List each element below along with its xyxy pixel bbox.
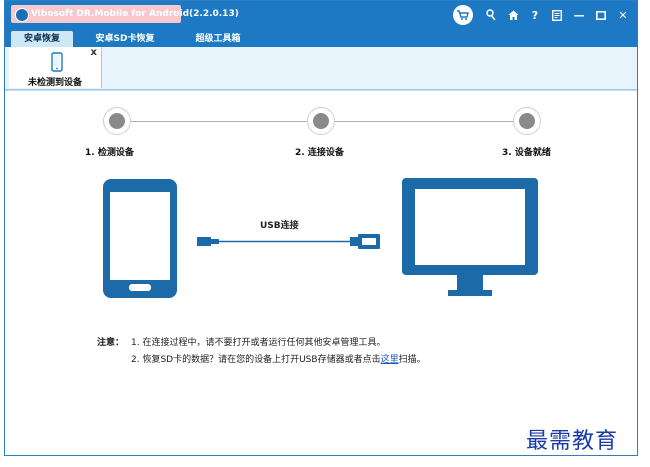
- connection-illustration: [103, 178, 538, 298]
- usb-connection-label: USB连接: [260, 221, 299, 231]
- note-line-1: 注意： 1. 在连接过程中，请不要打开或者运行任何其他安卓管理工具。: [97, 335, 426, 352]
- watermark: 最需教育: [526, 429, 619, 454]
- notes-title: 注意：: [97, 338, 125, 348]
- monitor-illustration-icon: [402, 178, 538, 296]
- usb-cable-icon: [197, 234, 380, 249]
- note-line-2: 2. 恢复SD卡的数据？请在您的设备上打开USB存储器或者点击这里扫描。: [97, 352, 426, 369]
- scan-here-link[interactable]: 这里: [381, 355, 399, 365]
- app-window: Vibosoft DR.Mobile for Android(2.2.0.13)…: [4, 0, 638, 456]
- note-1-text: 1. 在连接过程中，请不要打开或者运行任何其他安卓管理工具。: [131, 338, 386, 348]
- notes-section: 注意： 1. 在连接过程中，请不要打开或者运行任何其他安卓管理工具。 2. 恢复S…: [97, 335, 426, 369]
- phone-illustration-icon: [103, 179, 177, 298]
- note-2-text: 2. 恢复SD卡的数据？请在您的设备上打开USB存储器或者点击: [131, 355, 381, 365]
- note-2-suffix: 扫描。: [398, 355, 426, 365]
